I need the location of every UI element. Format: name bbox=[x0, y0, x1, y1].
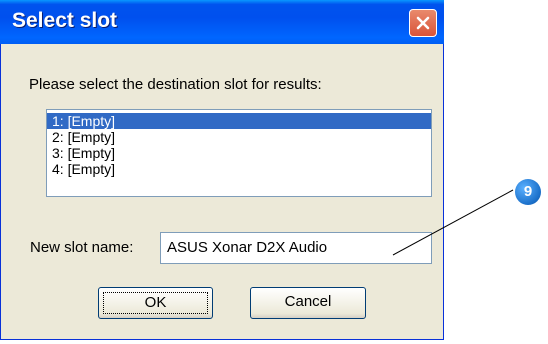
callout-leader-line bbox=[392, 189, 514, 256]
stage: Select slot Please select the destinatio… bbox=[0, 0, 548, 344]
callout-badge: 9 bbox=[515, 179, 541, 205]
